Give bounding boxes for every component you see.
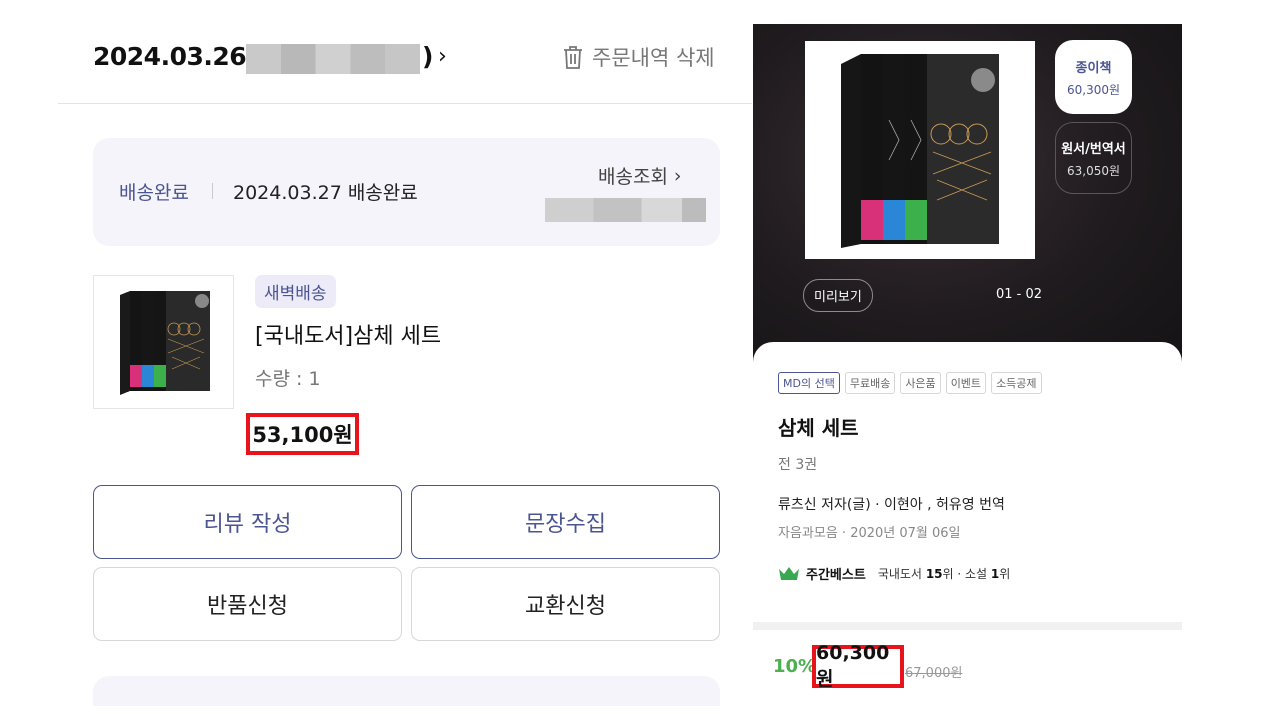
tag-list: MD의 선택 무료배송 사은품 이벤트 소득공제 [778,372,1042,394]
format-price: 60,300원 [1066,82,1121,97]
delivery-status-card: 배송완료 2024.03.27 배송완료 배송조회 › [93,138,720,246]
original-price: 67,000원 [905,666,963,681]
format-original-button[interactable]: 원서/번역서 63,050원 [1055,122,1132,194]
book-title: 삼체 세트 [778,416,859,440]
delivery-status: 배송완료 [119,182,189,204]
discount-rate: 10% [773,656,817,677]
delete-order-label: 주문내역 삭제 [592,46,715,70]
product-title[interactable]: [국내도서]삼체 세트 [255,318,441,350]
product-hero: 종이책 60,300원 원서/번역서 63,050원 미리보기 01 - 02 [753,24,1182,364]
sale-price-highlight: 60,300원 [812,642,904,690]
redacted-tracking-number [545,198,706,222]
dawn-delivery-badge: 새벽배송 [255,275,336,308]
separator [212,183,213,199]
collect-quote-label: 문장수집 [525,512,606,537]
book-set-cover-large-image [841,54,999,248]
tracking-button[interactable]: 배송조회 › [598,162,682,189]
author-line[interactable]: 류츠신 저자(글) · 이현아 , 허유영 번역 [778,494,1005,514]
order-header: 2024.03.26( ) › 주문내역 삭제 [58,30,752,86]
paid-price-highlight: 53,100원 [246,413,359,455]
format-name: 종이책 [1075,60,1112,76]
product-info-sheet: MD의 선택 무료배송 사은품 이벤트 소득공제 삼체 세트 전 3권 류츠신 … [753,342,1182,622]
publisher-line: 자음과모음 · 2020년 07월 06일 [778,526,961,541]
tracking-label: 배송조회 [598,166,668,188]
tag-tax-deduction: 소득공제 [991,372,1042,394]
crown-icon [779,566,799,580]
weekly-best-row[interactable]: 주간베스트 국내도서 15위 · 소설 1위 [778,564,1010,583]
preview-button[interactable]: 미리보기 [803,279,873,312]
order-date-close: ) [422,42,434,71]
image-pager: 01 - 02 [996,287,1043,302]
order-date: 2024.03.26( [93,42,258,71]
format-name: 원서/번역서 [1061,141,1126,157]
volume-count: 전 3권 [778,457,818,473]
book-set-cover-image [119,291,210,395]
sale-price: 60,300원 [816,642,890,690]
delivery-date: 2024.03.27 배송완료 [233,182,418,204]
return-request-button[interactable]: 반품신청 [93,567,402,641]
redacted-order-number [246,44,420,74]
section-divider [753,622,1182,630]
divider [58,103,752,104]
return-request-label: 반품신청 [207,594,288,619]
tag-event: 이벤트 [945,372,987,394]
weekly-best-rank: 국내도서 15위 · 소설 1위 [877,567,1011,581]
exchange-request-button[interactable]: 교환신청 [411,567,720,641]
product-quantity: 수량 : 1 [255,368,321,390]
tag-md-pick: MD의 선택 [778,372,840,394]
cover-image-frame[interactable] [805,41,1035,259]
collect-quote-button[interactable]: 문장수집 [411,485,720,559]
format-paperbook-button[interactable]: 종이책 60,300원 [1055,40,1132,114]
order-detail-panel: 2024.03.26( ) › 주문내역 삭제 배송완료 2024.03.27 … [58,0,752,720]
write-review-label: 리뷰 작성 [203,512,292,537]
trash-icon [564,46,582,69]
tag-gift: 사은품 [900,372,941,394]
weekly-best-label: 주간베스트 [806,568,866,583]
product-thumbnail[interactable] [93,275,234,409]
exchange-request-label: 교환신청 [525,594,606,619]
paid-price: 53,100원 [252,423,353,447]
chevron-right-icon: › [673,164,682,187]
chevron-right-icon[interactable]: › [438,44,447,69]
format-price: 63,050원 [1066,163,1121,178]
write-review-button[interactable]: 리뷰 작성 [93,485,402,559]
tag-free-shipping: 무료배송 [844,372,896,394]
product-detail-panel: 종이책 60,300원 원서/번역서 63,050원 미리보기 01 - 02 … [753,24,1182,720]
next-card-edge [93,676,720,706]
delete-order-button[interactable]: 주문내역 삭제 [562,42,715,72]
